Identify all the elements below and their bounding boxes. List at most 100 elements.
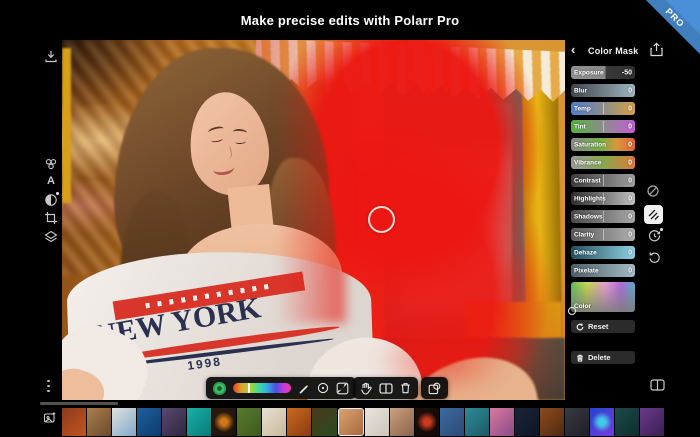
color-field-label: Color (574, 303, 591, 310)
filmstrip-thumbnail[interactable] (590, 408, 614, 436)
title-bar: Make precise edits with Polarr Pro (0, 0, 700, 40)
split-view-icon[interactable] (650, 379, 665, 391)
filmstrip-thumbnail[interactable] (137, 408, 161, 436)
back-icon[interactable]: ‹ (571, 43, 583, 57)
filmstrip-thumbnail[interactable] (565, 408, 589, 436)
slider-value: 0 (628, 213, 632, 220)
slider-value: 0 (628, 195, 632, 202)
filmstrip-thumbnail[interactable] (640, 408, 664, 436)
slider-label: Clarity (574, 231, 594, 238)
filmstrip-thumbnail[interactable] (187, 408, 211, 436)
filmstrip-thumbnail[interactable] (465, 408, 489, 436)
slider-value: 0 (628, 105, 632, 112)
trash-icon[interactable] (400, 382, 411, 394)
filmstrip-thumbnail[interactable] (490, 408, 514, 436)
filmstrip-thumbnail[interactable] (212, 408, 236, 436)
slider-label: Highlights (574, 195, 606, 202)
slider-label: Vibrance (574, 159, 601, 166)
view-toolbar-group (353, 377, 418, 399)
filmstrip-scrollbar[interactable] (40, 402, 118, 405)
filmstrip-thumbnail[interactable] (415, 408, 439, 436)
adjustments-icon[interactable] (44, 193, 58, 207)
filmstrip-thumbnail[interactable] (540, 408, 564, 436)
page-title: Make precise edits with Polarr Pro (241, 13, 460, 28)
slider-center-tick (603, 229, 604, 240)
mask-color-indicator-icon[interactable] (213, 382, 226, 395)
slider-shadows[interactable]: Shadows0 (571, 210, 635, 223)
delete-button[interactable]: Delete (571, 351, 635, 364)
brush-tool-icon[interactable] (644, 205, 663, 224)
mask-disable-icon[interactable] (646, 184, 660, 198)
filmstrip-thumbnail[interactable] (112, 408, 136, 436)
photo-window-reflection (399, 150, 511, 315)
share-icon[interactable] (649, 42, 664, 57)
color-picker-field[interactable]: Color (571, 282, 635, 312)
split-view-icon[interactable] (379, 383, 393, 394)
filmstrip (62, 407, 664, 437)
slider-label: Blur (574, 87, 587, 94)
filmstrip-thumbnail[interactable] (615, 408, 639, 436)
filmstrip-thumbnail[interactable] (440, 408, 464, 436)
filmstrip-thumbnail[interactable] (365, 408, 389, 436)
slider-value: 0 (628, 177, 632, 184)
slider-clarity[interactable]: Clarity 0 (571, 228, 635, 241)
slider-dehaze[interactable]: Dehaze0 (571, 246, 635, 259)
slider-center-tick (603, 211, 604, 222)
slider-vibrance[interactable]: Vibrance 0 (571, 156, 635, 169)
filmstrip-thumbnail[interactable] (287, 408, 311, 436)
filmstrip-thumbnail[interactable] (87, 408, 111, 436)
filters-icon[interactable] (44, 157, 58, 171)
photo-yellow-ledge (466, 302, 562, 338)
slider-pixelate[interactable]: Pixelate0 (571, 264, 635, 277)
adjustments-active-dot (56, 192, 59, 195)
add-photo-icon[interactable] (43, 411, 57, 425)
import-icon[interactable] (44, 50, 58, 64)
radial-mask-icon[interactable] (317, 382, 329, 394)
trash-icon (576, 354, 584, 362)
redo-icon[interactable] (648, 251, 661, 264)
slider-saturation[interactable]: Saturation0 (571, 138, 635, 151)
reset-button[interactable]: Reset (571, 320, 635, 333)
mask-toolbar-group (206, 377, 356, 399)
slider-label: Dehaze (574, 249, 597, 256)
pan-hand-icon[interactable] (360, 382, 372, 395)
layers-icon[interactable] (44, 230, 58, 244)
filmstrip-thumbnail[interactable] (237, 408, 261, 436)
slider-temp[interactable]: Temp0 (571, 102, 635, 115)
history-badge-dot (660, 228, 663, 231)
filmstrip-thumbnail-selected[interactable] (338, 408, 364, 436)
slider-contrast[interactable]: Contrast 0 (571, 174, 635, 187)
invert-mask-icon[interactable] (336, 382, 349, 395)
mask-stack-icon[interactable] (428, 382, 441, 395)
history-icon[interactable] (648, 229, 661, 242)
hue-slider-marker[interactable] (248, 383, 250, 393)
slider-value: -50 (622, 69, 632, 76)
hue-slider[interactable] (233, 383, 291, 393)
filmstrip-thumbnail[interactable] (262, 408, 286, 436)
filmstrip-thumbnail[interactable] (162, 408, 186, 436)
crop-icon[interactable] (44, 211, 58, 225)
more-icon[interactable] (47, 377, 50, 395)
slider-tint[interactable]: Tint0 (571, 120, 635, 133)
pen-icon[interactable] (298, 382, 310, 394)
slider-center-tick (603, 175, 604, 186)
reset-icon (576, 323, 584, 331)
filmstrip-thumbnail[interactable] (62, 408, 86, 436)
slider-exposure[interactable]: Exposure-50 (571, 66, 635, 79)
slider-center-tick (603, 121, 604, 132)
filmstrip-thumbnail[interactable] (390, 408, 414, 436)
filmstrip-thumbnail[interactable] (312, 408, 336, 436)
app-window: Make precise edits with Polarr Pro PRO A (0, 0, 700, 437)
slider-label: Contrast (574, 177, 601, 184)
text-tool-icon[interactable]: A (44, 175, 58, 187)
color-picker-marker[interactable] (568, 307, 576, 315)
filmstrip-thumbnail[interactable] (515, 408, 539, 436)
slider-blur[interactable]: Blur0 (571, 84, 635, 97)
slider-value: 0 (628, 231, 632, 238)
slider-value: 0 (628, 159, 632, 166)
adjustment-slider-list: Exposure-50Blur0Temp0Tint0Saturation0Vib… (571, 66, 635, 312)
slider-highlights[interactable]: Highlights 0 (571, 192, 635, 205)
slider-value: 0 (628, 267, 632, 274)
brush-cursor-ring (368, 206, 395, 233)
photo-canvas[interactable]: NEW YORK 1998 (62, 40, 565, 400)
